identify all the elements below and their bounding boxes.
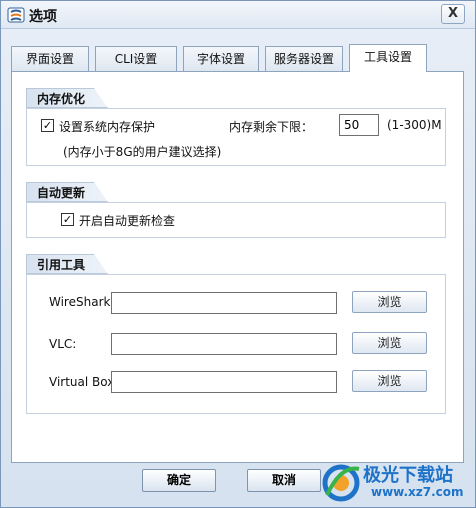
wireshark-label: WireShark:: [49, 295, 115, 309]
tab-cli[interactable]: CLI设置: [95, 46, 177, 72]
watermark-url: www.xz7.com: [371, 485, 464, 499]
vlc-browse-button[interactable]: 浏览: [352, 332, 427, 354]
cancel-button[interactable]: 取消: [247, 469, 321, 492]
app-logo-icon: [7, 7, 25, 23]
memory-protect-label: 设置系统内存保护: [59, 120, 156, 134]
virtualbox-path-input[interactable]: [111, 371, 337, 393]
memory-protect-checkbox[interactable]: ✓: [41, 119, 54, 132]
options-dialog: 选项 X 界面设置 CLI设置 字体设置 服务器设置 工具设置 内存优化 ✓ 设…: [0, 0, 476, 508]
tools-settings-panel: 内存优化 ✓ 设置系统内存保护 (内存小于8G的用户建议选择) 内存剩余下限： …: [11, 71, 464, 463]
auto-update-checkbox[interactable]: ✓: [61, 213, 74, 226]
tab-tools[interactable]: 工具设置: [349, 44, 427, 72]
virtualbox-browse-button[interactable]: 浏览: [352, 370, 427, 392]
memory-hint: (内存小于8G的用户建议选择): [63, 145, 222, 159]
tools-group: WireShark: 浏览 VLC: 浏览 Virtual Box: 浏览: [26, 274, 446, 414]
close-button[interactable]: X: [441, 4, 465, 24]
update-group: ✓ 开启自动更新检查: [26, 202, 446, 238]
watermark-logo-icon: [322, 464, 360, 502]
update-group-title: 自动更新: [26, 182, 108, 202]
memory-min-input[interactable]: 50: [339, 114, 379, 136]
tools-group-title: 引用工具: [26, 254, 108, 274]
wireshark-path-input[interactable]: [111, 292, 337, 314]
watermark-name: 极光下载站: [363, 465, 453, 486]
memory-group: ✓ 设置系统内存保护 (内存小于8G的用户建议选择) 内存剩余下限： 50 (1…: [26, 108, 446, 166]
memory-range-label: (1-300)M: [387, 118, 442, 132]
ok-button[interactable]: 确定: [142, 469, 216, 492]
wireshark-browse-button[interactable]: 浏览: [352, 291, 427, 313]
watermark: 极光下载站 www.xz7.com: [319, 457, 475, 507]
virtualbox-label: Virtual Box:: [49, 375, 119, 389]
memory-group-title: 内存优化: [26, 88, 108, 108]
tab-server[interactable]: 服务器设置: [265, 46, 343, 72]
vlc-path-input[interactable]: [111, 333, 337, 355]
memory-min-label: 内存剩余下限：: [229, 120, 314, 134]
tab-font[interactable]: 字体设置: [183, 46, 259, 72]
vlc-label: VLC:: [49, 337, 77, 351]
window-title: 选项: [29, 9, 57, 25]
auto-update-label: 开启自动更新检查: [79, 214, 176, 228]
title-bar[interactable]: 选项 X: [1, 1, 475, 29]
tab-interface[interactable]: 界面设置: [11, 46, 89, 72]
